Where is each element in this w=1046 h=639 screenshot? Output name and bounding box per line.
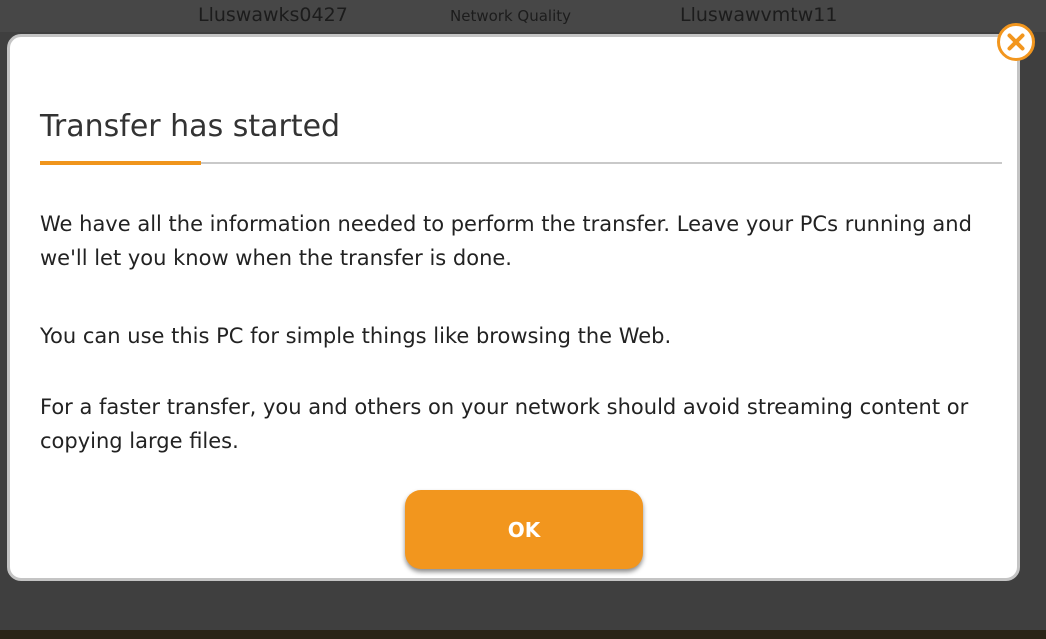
close-circle-x-icon [997,23,1035,61]
transfer-started-dialog: Transfer has started We have all the inf… [7,34,1020,581]
ok-button[interactable]: OK [405,490,643,569]
dialog-message-info: We have all the information needed to pe… [40,212,972,270]
background-column-source-pc: Lluswawks0427 [198,4,348,26]
close-button[interactable] [996,22,1036,62]
dialog-title: Transfer has started [40,109,341,144]
background-table-header: Lluswawks0427 Network Quality Lluswawvmt… [0,0,1046,32]
background-column-network-quality: Network Quality [450,7,571,25]
dialog-message-usage: You can use this PC for simple things li… [40,324,672,348]
dialog-message-tip: For a faster transfer, you and others on… [40,395,969,453]
background-column-target-pc: Lluswawvmtw11 [680,4,838,26]
background-footer [0,630,1046,639]
title-divider-accent [40,161,201,165]
